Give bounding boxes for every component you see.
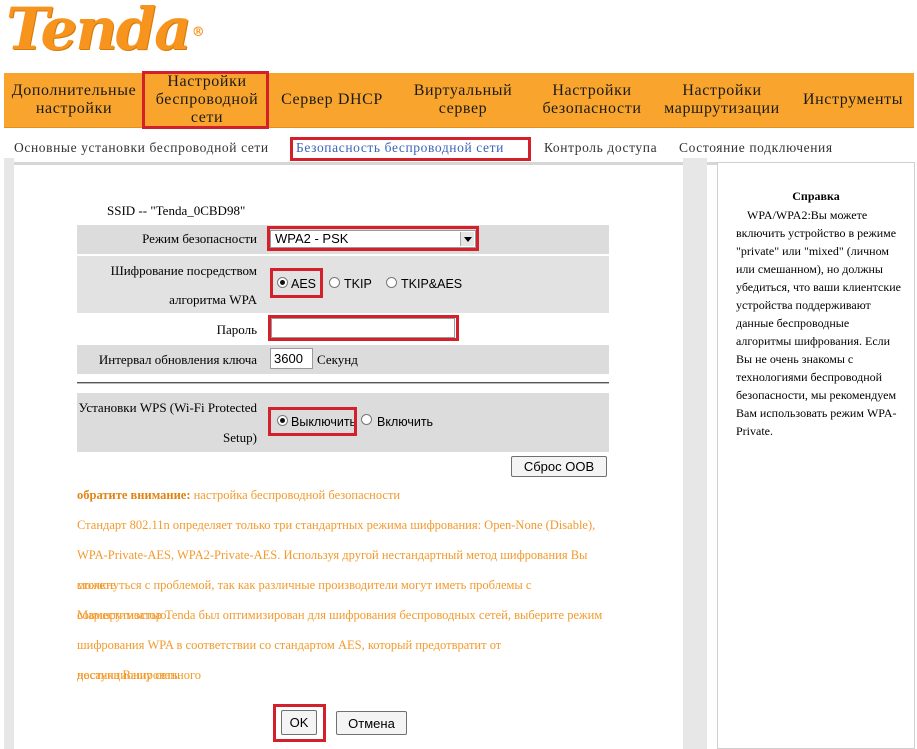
radio-tkip-aes[interactable] [386,277,397,288]
nav-item-routing-settings[interactable]: Настройки маршрутизации [652,73,792,127]
note-heading-rest: настройка беспроводной безопасности [190,488,401,502]
note-line: доступа Вашу сеть. [77,668,181,682]
nav-item-label: Сервер DHCP [281,91,383,108]
ok-button[interactable]: OK [281,710,317,735]
radio-aes-label: AES [291,277,317,291]
nav-item-label: Настройки беспроводной сети [155,73,259,126]
sub-navigation: Основные установки беспроводной сети Без… [4,136,914,165]
nav-item-label: Настройки маршрутизации [664,82,780,117]
tenda-logo: Tenda ® [6,0,205,63]
security-mode-value: WPA2 - PSK [275,231,349,246]
nav-item-label: Инструменты [802,91,904,108]
encryption-label-line2: алгоритма WPA [169,292,257,307]
key-interval-label: Интервал обновления ключа [98,352,257,367]
reset-oob-button[interactable]: Сброс OOB [511,456,607,477]
radio-wps-on[interactable] [361,414,372,425]
radio-wps-on-label: Включить [377,415,434,429]
radio-tkip[interactable] [329,277,340,288]
logo-text: Tenda [6,0,192,63]
password-label: Пароль [216,322,257,337]
radio-tkip-label: TKIP [344,277,372,291]
nav-item-tools[interactable]: Инструменты [792,73,914,127]
ssid-label: SSID -- "Tenda_0CBD98" [107,203,246,218]
content-right-border [683,158,707,749]
note-line: Стандарт 802.11n определяет только три с… [77,518,596,532]
security-mode-select[interactable]: WPA2 - PSK [270,230,476,248]
key-interval-unit: Секунд [317,352,358,367]
nav-item-label: Виртуальный сервер [413,82,513,117]
nav-item-virtual-server[interactable]: Виртуальный сервер [394,73,532,127]
help-title: Справка [792,189,840,203]
radio-wps-off-label: Выключить [291,415,357,429]
subnav-item-connection-status[interactable]: Состояние подключения [679,140,833,156]
main-navigation: Дополнительные настройки Настройки беспр… [4,73,914,128]
subnav-item-access-control[interactable]: Контроль доступа [544,140,657,156]
cancel-button[interactable]: Отмена [336,711,407,735]
note-heading-bold: обратите внимание: [77,488,191,502]
help-text: WPA/WPA2:Вы можете включить устройство в… [736,208,901,438]
nav-item-label: Дополнительные настройки [11,82,137,117]
nav-item-security-settings[interactable]: Настройки безопасности [532,73,652,127]
chevron-down-icon[interactable] [460,232,474,246]
nav-item-advanced-settings[interactable]: Дополнительные настройки [4,73,144,127]
content-left-border [4,158,14,749]
subnav-item-basic-wireless[interactable]: Основные установки беспроводной сети [14,140,269,156]
wps-label-line2: Setup) [223,430,257,445]
key-interval-input[interactable] [270,348,313,369]
radio-tkip-aes-label: TKIP&AES [401,277,463,291]
wps-label-line1: Установки WPS (Wi-Fi Protected [78,400,257,415]
nav-item-wireless-settings[interactable]: Настройки беспроводной сети [144,73,270,127]
note-line: Маршрутизатор Tenda был оптимизирован дл… [77,608,603,622]
subnav-item-wireless-security[interactable]: Безопасность беспроводной сети [296,140,504,156]
security-mode-label: Режим безопасности [142,231,257,246]
registered-mark: ® [191,25,205,40]
nav-item-dhcp-server[interactable]: Сервер DHCP [270,73,394,127]
note-heading: обратите внимание: настройка беспроводно… [77,480,617,510]
divider [77,382,609,384]
radio-aes[interactable] [277,277,288,288]
nav-item-label: Настройки безопасности [542,82,642,117]
encryption-label-line1: Шифрование посредством [110,263,257,278]
password-input[interactable] [271,318,455,338]
radio-wps-off[interactable] [277,415,288,426]
